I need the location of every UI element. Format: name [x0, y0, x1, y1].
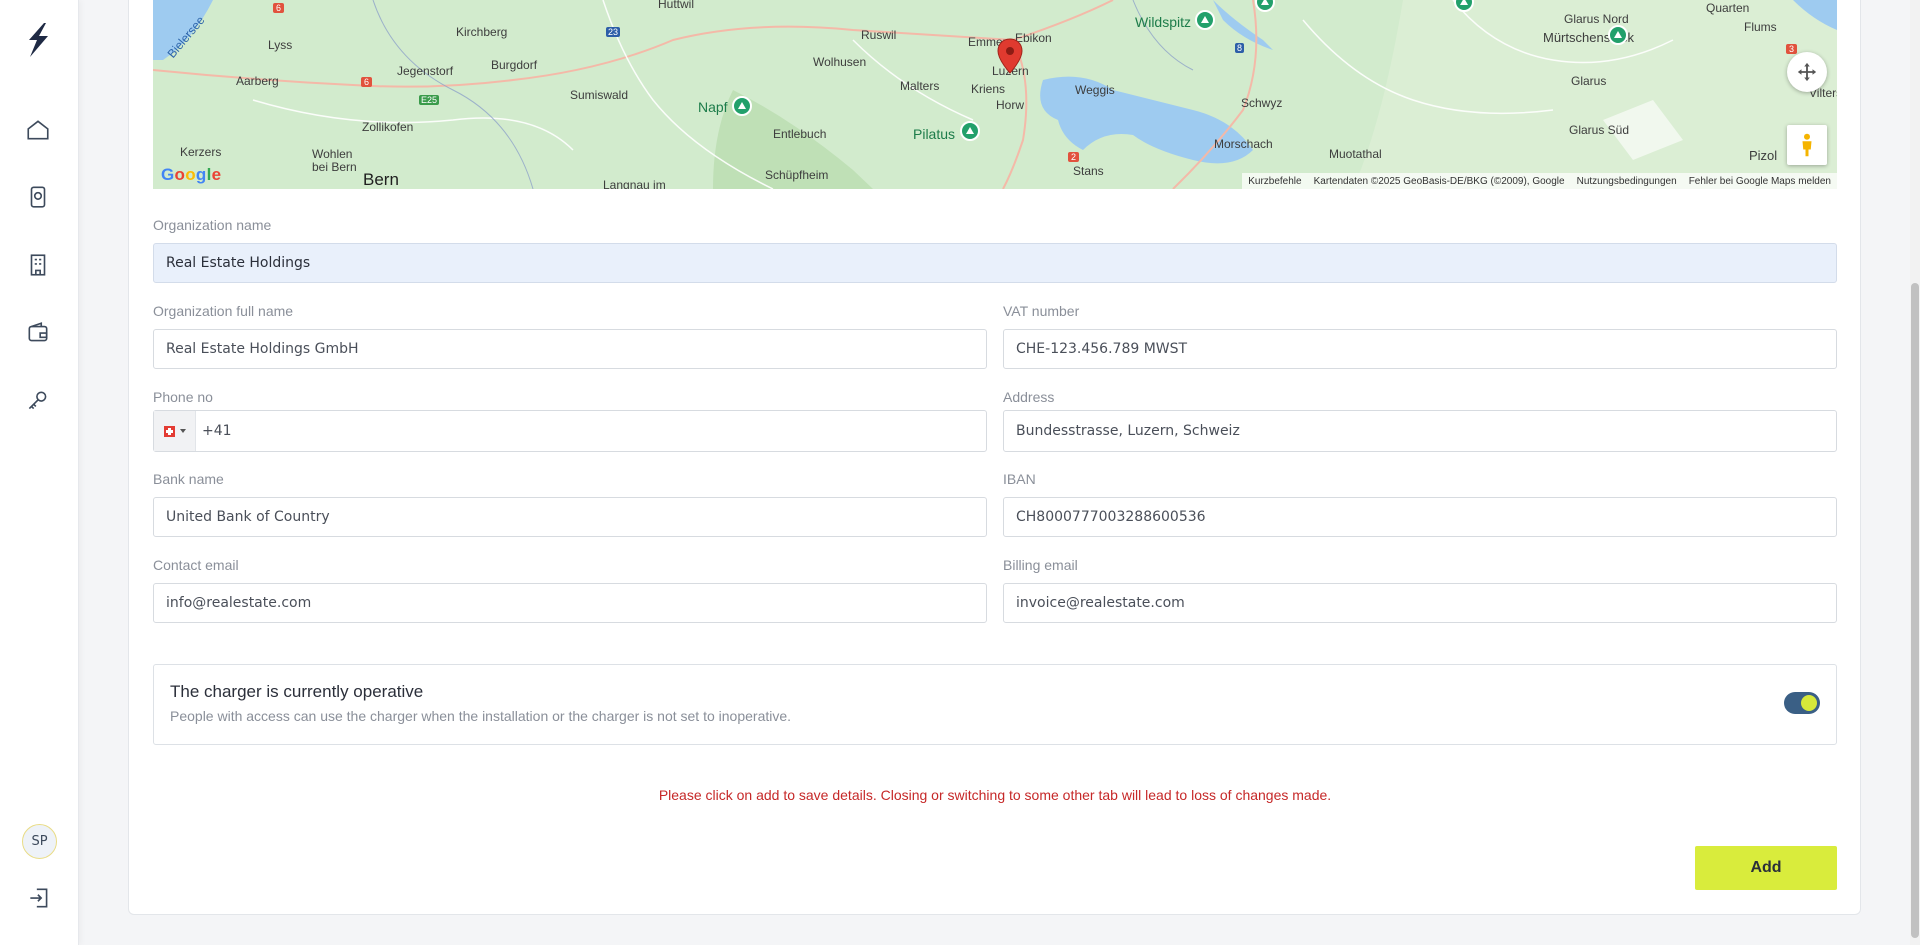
map-label: Morschach [1214, 137, 1273, 151]
road-shield: 6 [273, 3, 285, 13]
fullscreen-icon[interactable] [1787, 52, 1827, 92]
map-label: Zollikofen [362, 120, 414, 134]
map-label: Huttwil [658, 0, 695, 11]
road-shield: 2 [1068, 152, 1080, 162]
map-label: Ruswil [861, 28, 897, 42]
bank-name-input[interactable]: United Bank of Country [153, 497, 987, 537]
home-icon[interactable] [25, 117, 51, 143]
map-label: Stans [1073, 164, 1104, 178]
map-label: Pizol [1749, 148, 1778, 163]
map-label: Kirchberg [456, 25, 508, 39]
map-label: Burgdorf [491, 58, 538, 72]
map-label: Glarus Nord [1564, 12, 1629, 26]
toggle-knob [1801, 695, 1817, 711]
map-label: Quarten [1706, 1, 1750, 15]
phone-label: Phone no [153, 389, 213, 405]
map-label: Napf [698, 99, 728, 115]
org-name-input[interactable]: Real Estate Holdings [153, 243, 1837, 283]
map-shortcuts-link[interactable]: Kurzbefehle [1248, 176, 1301, 187]
google-logo: Google [161, 165, 222, 184]
map-label: Horw [996, 98, 1025, 112]
map-label: Schüpfheim [765, 168, 829, 182]
logout-icon[interactable] [26, 885, 52, 911]
map-label: Muotathal [1329, 147, 1382, 161]
vat-label: VAT number [1003, 303, 1080, 319]
location-pin-icon[interactable] [997, 38, 1023, 74]
org-full-name-label: Organization full name [153, 303, 294, 319]
phone-value: +41 [202, 423, 232, 439]
chevron-down-icon [179, 429, 186, 433]
iban-label: IBAN [1003, 471, 1036, 487]
org-name-label: Organization name [153, 217, 272, 233]
map-label: Entlebuch [773, 127, 827, 141]
billing-email-label: Billing email [1003, 557, 1078, 573]
map-label: Pilatus [913, 126, 956, 142]
contact-email-input[interactable]: info@realestate.com [153, 583, 987, 623]
map-label: Lyss [268, 38, 293, 52]
unsaved-changes-warning: Please click on add to save details. Clo… [658, 787, 1332, 803]
road-shield: 8 [1235, 43, 1245, 53]
scrollbar[interactable] [1910, 0, 1920, 945]
mountain-icon[interactable] [1195, 10, 1215, 30]
map-label: Glarus Süd [1569, 123, 1630, 137]
vat-input[interactable]: CHE-123.456.789 MWST [1003, 329, 1837, 369]
map-label: Jegenstorf [397, 64, 454, 78]
address-label: Address [1003, 389, 1055, 405]
map-label: Glarus [1571, 74, 1607, 88]
map-label: Wolhusen [813, 55, 867, 69]
operative-setting: The charger is currently operative Peopl… [153, 664, 1837, 745]
street-view-pegman-icon[interactable] [1787, 125, 1827, 165]
map-label: Wohlen bei Bern [312, 147, 357, 174]
charger-icon[interactable] [25, 184, 51, 210]
bank-name-label: Bank name [153, 471, 224, 487]
map-data-attribution: Kartendaten ©2025 GeoBasis-DE/BKG (©2009… [1313, 175, 1565, 187]
map-label: Kriens [971, 82, 1006, 96]
map-label: Weggis [1075, 83, 1115, 97]
location-map[interactable]: Bielersee Huttwil Kirchberg Lyss Jegenst… [153, 0, 1837, 189]
operative-description: People with access can use the charger w… [170, 708, 792, 724]
iban-input[interactable]: CH8000777003288600536 [1003, 497, 1837, 537]
map-label: Wildspitz [1135, 14, 1192, 30]
operative-title: The charger is currently operative [170, 682, 424, 701]
map-report-link[interactable]: Fehler bei Google Maps melden [1689, 176, 1831, 187]
avatar[interactable]: SP [22, 824, 57, 859]
wallet-icon[interactable] [25, 320, 51, 346]
mountain-icon[interactable] [732, 96, 752, 116]
address-input[interactable]: Bundesstrasse, Luzern, Schweiz [1003, 410, 1837, 452]
mountain-icon[interactable] [1608, 25, 1628, 45]
map-label: Kerzers [180, 145, 222, 159]
org-full-name-input[interactable]: Real Estate Holdings GmbH [153, 329, 987, 369]
swiss-flag-icon [163, 425, 175, 437]
add-button[interactable]: Add [1695, 846, 1837, 890]
road-shield: 23 [606, 27, 621, 37]
map-label: Flums [1744, 20, 1777, 34]
mountain-icon[interactable] [960, 121, 980, 141]
map-label: Aarberg [236, 74, 279, 88]
map-label: Malters [900, 79, 940, 93]
operative-toggle[interactable] [1784, 692, 1820, 714]
map-label: Bern [363, 170, 399, 189]
scrollbar-thumb[interactable] [1911, 283, 1919, 938]
map-label: Schwyz [1241, 96, 1283, 110]
phone-input[interactable]: +41 [153, 410, 987, 452]
map-label: Sumiswald [570, 88, 629, 102]
sidebar: SP [0, 0, 79, 945]
contact-email-label: Contact email [153, 557, 239, 573]
key-icon[interactable] [25, 388, 51, 414]
road-shield: E25 [419, 95, 440, 105]
bolt-logo[interactable] [24, 22, 52, 58]
building-icon[interactable] [25, 252, 51, 278]
map-label: Langnau im [603, 178, 666, 189]
road-shield: 3 [1786, 44, 1798, 54]
map-terms-link[interactable]: Nutzungsbedingungen [1577, 176, 1677, 187]
map-footer: Kurzbefehle Kartendaten ©2025 GeoBasis-D… [1242, 173, 1837, 189]
country-code-select[interactable] [154, 411, 196, 451]
road-shield: 6 [361, 77, 373, 87]
billing-email-input[interactable]: invoice@realestate.com [1003, 583, 1837, 623]
